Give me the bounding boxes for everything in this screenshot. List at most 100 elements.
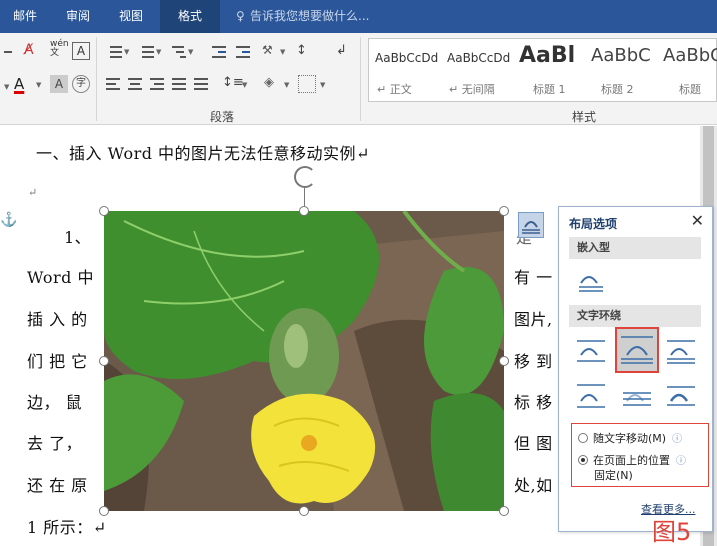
rotate-handle-icon[interactable] (294, 166, 316, 188)
text-line: 边， 鼠 (27, 393, 83, 412)
style-name: 标题 (679, 83, 701, 96)
clear-format-icon[interactable]: A̸ (24, 42, 42, 60)
paragraph-mark: ↵ (28, 186, 38, 199)
show-marks-icon[interactable]: ↲ (336, 43, 354, 61)
text-line: 1 所示：↵ (27, 518, 107, 537)
style-name: 标题 2 (601, 83, 634, 96)
char-shading-icon[interactable]: A (50, 75, 68, 93)
text-line: 但 图 (514, 434, 553, 453)
font-color-icon[interactable]: A (14, 75, 32, 93)
style-sample: AaBbC (663, 45, 717, 66)
group-label-paragraph: 段落 (210, 110, 235, 124)
enclose-char-icon[interactable]: 字 (72, 75, 90, 93)
resize-handle[interactable] (499, 206, 509, 216)
distribute-icon[interactable] (192, 75, 210, 93)
style-name: ↵ 正文 (377, 83, 412, 96)
align-right-icon[interactable] (148, 75, 166, 93)
style-heading-2[interactable]: AaBbC 标题 2 (587, 41, 659, 99)
chevron-down-icon[interactable]: ▼ (4, 83, 9, 91)
radio-button-selected[interactable] (578, 455, 588, 465)
resize-handle[interactable] (299, 206, 309, 216)
line-spacing-icon[interactable]: ↕≡ (222, 75, 244, 93)
chinese-layout-icon[interactable]: ⚒ (262, 43, 280, 61)
radio-button[interactable] (578, 433, 588, 443)
tab-mailings[interactable]: 邮件 (0, 0, 50, 33)
ribbon-body: ▼ A̸ wén 文 A A ▼ A 字 ▼ ▼ ▼ ⚒ ▼ ↕ ↲ ↕≡ ▼ ◈… (0, 33, 717, 125)
anchor-icon[interactable]: ⚓ (0, 212, 18, 228)
font-size-down-icon[interactable] (2, 43, 20, 61)
resize-handle[interactable] (99, 356, 109, 366)
text-line: 还 在 原 (27, 476, 88, 495)
style-normal[interactable]: AaBbCcDd ↵ 正文 (371, 41, 443, 99)
justify-icon[interactable] (170, 75, 188, 93)
text-line: 图片, (514, 310, 553, 329)
wrap-behind-text-icon[interactable] (621, 379, 653, 411)
resize-handle[interactable] (499, 506, 509, 516)
text-line: 插 入 的 (27, 310, 88, 329)
chevron-down-icon[interactable]: ▼ (124, 48, 129, 56)
resize-handle[interactable] (299, 506, 309, 516)
rotate-stem (304, 188, 305, 206)
shading-icon[interactable]: ◈ (264, 75, 282, 93)
style-no-spacing[interactable]: AaBbCcDd ↵ 无间隔 (443, 41, 515, 99)
radio-label: 在页面上的位置 (593, 454, 670, 467)
text-line: 移 到 (514, 352, 553, 371)
info-icon[interactable]: ⓘ (672, 434, 682, 445)
style-heading-1[interactable]: AaBl 标题 1 (515, 41, 587, 99)
text-line: 1、 (64, 228, 92, 247)
multilevel-list-icon[interactable] (168, 43, 186, 61)
radio-label: 随文字移动(M) (593, 432, 667, 445)
align-center-icon[interactable] (126, 75, 144, 93)
wrap-square-icon[interactable] (575, 335, 607, 367)
borders-icon[interactable] (298, 75, 316, 93)
wrap-in-front-icon[interactable] (665, 379, 697, 411)
style-sample: AaBbCcDd (447, 51, 511, 65)
numbering-icon[interactable] (136, 43, 154, 61)
ribbon-tab-bar: 邮件 审阅 视图 格式 ♀ 告诉我您想要做什么... (0, 0, 717, 33)
radio-move-with-text[interactable]: 随文字移动(M) ⓘ (578, 430, 682, 446)
phonetic-guide-icon[interactable]: wén 文 (50, 40, 69, 58)
wrap-tight-icon[interactable] (615, 327, 659, 373)
char-border-icon[interactable]: A (72, 42, 90, 60)
layout-options-panel: 布局选项 ✕ 嵌入型 文字环绕 随文字移动(M) ⓘ 在页面上的位置 ⓘ 固定(N)… (558, 206, 713, 532)
increase-indent-icon[interactable] (234, 43, 252, 61)
style-name: 标题 1 (533, 83, 566, 96)
chevron-down-icon[interactable]: ▼ (188, 48, 193, 56)
chevron-down-icon[interactable]: ▼ (36, 81, 41, 89)
bullets-icon[interactable] (104, 43, 122, 61)
text-line: 标 移 (514, 393, 553, 412)
tab-view[interactable]: 视图 (106, 0, 156, 33)
chevron-down-icon[interactable]: ▼ (320, 81, 325, 89)
chevron-down-icon[interactable]: ▼ (280, 48, 285, 56)
tell-me-text: 告诉我您想要做什么... (250, 9, 370, 23)
wrap-through-icon[interactable] (665, 335, 697, 367)
sort-icon[interactable]: ↕ (296, 43, 314, 61)
wrap-inline-icon[interactable] (575, 265, 607, 297)
decrease-indent-icon[interactable] (210, 43, 228, 61)
figure-label: 图5 (652, 518, 692, 546)
tab-review[interactable]: 审阅 (52, 0, 104, 33)
layout-options-button[interactable] (518, 212, 544, 238)
info-icon[interactable]: ⓘ (676, 456, 686, 467)
resize-handle[interactable] (99, 506, 109, 516)
position-options: 随文字移动(M) ⓘ 在页面上的位置 ⓘ 固定(N) (571, 423, 709, 487)
style-title[interactable]: AaBbC 标题 (659, 41, 717, 99)
resize-handle[interactable] (499, 356, 509, 366)
resize-handle[interactable] (99, 206, 109, 216)
align-left-icon[interactable] (104, 75, 122, 93)
radio-label: 固定(N) (594, 469, 633, 482)
group-separator (360, 37, 361, 121)
chevron-down-icon[interactable]: ▼ (156, 48, 161, 56)
radio-fix-position[interactable]: 在页面上的位置 ⓘ 固定(N) (578, 454, 686, 483)
wrap-top-bottom-icon[interactable] (575, 379, 607, 411)
text-line: Word 中 (27, 268, 94, 287)
tell-me-search[interactable]: ♀ 告诉我您想要做什么... (236, 0, 369, 33)
close-icon[interactable]: ✕ (691, 211, 704, 230)
selected-picture[interactable] (104, 211, 504, 511)
section-text-wrap: 文字环绕 (569, 305, 701, 327)
chevron-down-icon[interactable]: ▼ (284, 81, 289, 89)
chevron-down-icon[interactable]: ▼ (242, 81, 247, 89)
tab-format[interactable]: 格式 (160, 0, 220, 33)
style-sample: AaBbC (591, 45, 651, 66)
text-line: 们 把 它 (27, 352, 88, 371)
